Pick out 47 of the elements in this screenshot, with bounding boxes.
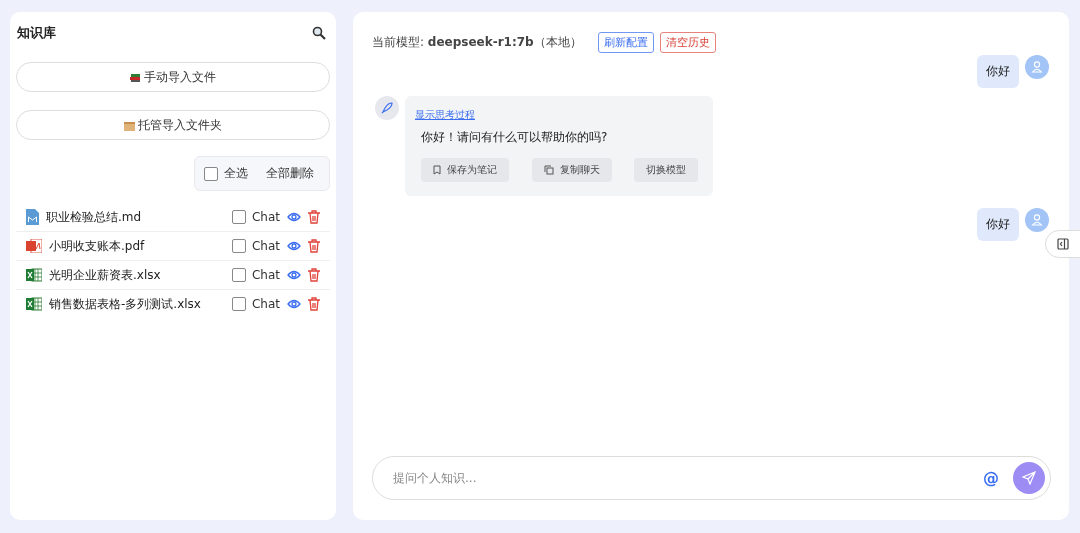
send-button[interactable] (1013, 462, 1045, 494)
show-thinking-link[interactable]: 显示思考过程 (415, 108, 475, 122)
chat-checkbox[interactable]: Chat (231, 297, 280, 311)
spreadsheet-file-icon (26, 268, 42, 282)
delete-all-button[interactable]: 全部删除 (266, 165, 314, 182)
message-action-button[interactable]: 保存为笔记 (421, 158, 509, 182)
user-message: 你好 (977, 55, 1019, 88)
document-file-icon (26, 209, 39, 225)
sidebar-title: 知识库 (17, 24, 56, 42)
file-name: 销售数据表格-多列测试.xlsx (49, 295, 202, 313)
file-name: 光明企业薪资表.xlsx (49, 266, 162, 284)
select-all-checkbox[interactable]: 全选 (204, 165, 248, 182)
chat-checkbox[interactable]: Chat (231, 239, 280, 253)
trash-icon[interactable] (308, 210, 320, 224)
trash-icon[interactable] (308, 239, 320, 253)
bookmark-icon (433, 165, 441, 175)
trash-icon[interactable] (308, 297, 320, 311)
assistant-message: 你好！请问有什么可以帮助你的吗? (421, 129, 609, 146)
eye-icon[interactable] (287, 241, 301, 251)
chat-checkbox[interactable]: Chat (231, 268, 280, 282)
trash-icon[interactable] (308, 268, 320, 282)
file-name: 职业检验总结.md (46, 208, 143, 226)
message-action-button[interactable]: 复制聊天 (531, 158, 612, 182)
pdf-file-icon (26, 239, 42, 253)
mention-button[interactable]: @ (983, 468, 999, 488)
eye-icon[interactable] (287, 270, 301, 280)
clear-history-button[interactable]: 清空历史 (659, 32, 716, 53)
books-icon (130, 71, 141, 83)
sidebar-toggle-icon (1057, 238, 1069, 250)
collapse-panel-button[interactable] (1045, 230, 1080, 258)
eye-icon[interactable] (287, 212, 301, 222)
send-icon (1022, 471, 1036, 485)
current-model-label: 当前模型: deepseek-r1:7b（本地） (372, 34, 582, 51)
eye-icon[interactable] (287, 299, 301, 309)
search-icon[interactable] (312, 26, 326, 40)
user-avatar-icon (1025, 55, 1049, 79)
message-action-button[interactable]: 切换模型 (634, 158, 698, 182)
refresh-config-button[interactable]: 刷新配置 (597, 32, 654, 53)
file-name: 小明收支账本.pdf (49, 237, 146, 255)
import-button[interactable]: 手动导入文件 (16, 62, 330, 92)
box-icon (124, 119, 135, 131)
import-button[interactable]: 托管导入文件夹 (16, 110, 330, 140)
user-avatar-icon (1025, 208, 1049, 232)
user-message: 你好 (977, 208, 1019, 241)
spreadsheet-file-icon (26, 297, 42, 311)
chat-checkbox[interactable]: Chat (231, 210, 280, 224)
copy-icon (543, 165, 554, 175)
